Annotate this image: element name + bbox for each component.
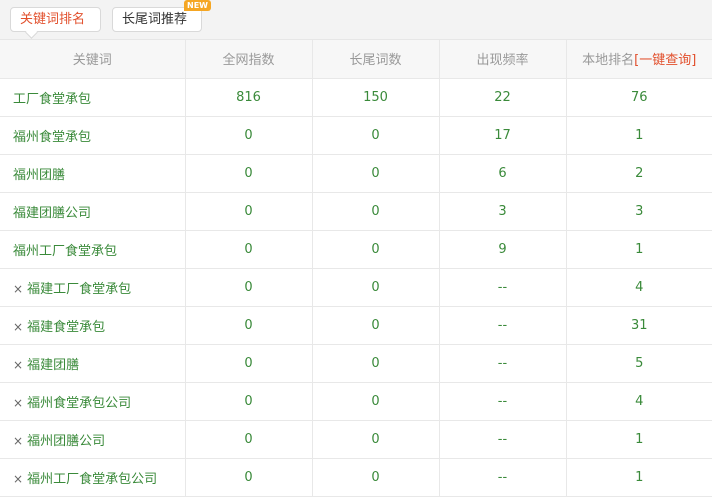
tab-longtail-recommend[interactable]: 长尾词推荐 NEW — [112, 0, 211, 32]
rank-cell: 3 — [566, 192, 712, 231]
keyword-text: 福州团膳公司 — [27, 433, 106, 449]
tab-keyword-ranking[interactable]: 关键词排名 — [10, 7, 101, 32]
longtail-cell: 0 — [312, 344, 440, 383]
new-badge: NEW — [184, 0, 211, 11]
remove-keyword-icon[interactable]: × — [13, 396, 23, 410]
table-row: × 福州团膳公司 0 0 -- 1 — [0, 420, 712, 459]
keyword-text: 福建食堂承包 — [27, 319, 106, 335]
index-cell: 0 — [185, 268, 313, 307]
keyword-table: 关键词 全网指数 长尾词数 出现频率 本地排名[一键查询] 工厂食堂承包 816 1… — [0, 40, 712, 497]
index-cell: 0 — [185, 458, 313, 497]
keyword-cell: × 福州工厂食堂承包公司 — [0, 458, 186, 497]
header-rank: 本地排名[一键查询] — [566, 40, 712, 79]
keyword-text: 福建团膳公司 — [13, 205, 92, 221]
keyword-text: 福州食堂承包公司 — [27, 395, 132, 411]
rank-cell: 31 — [566, 306, 712, 345]
header-longtail: 长尾词数 — [312, 40, 440, 79]
rank-cell: 4 — [566, 268, 712, 307]
rank-cell: 76 — [566, 78, 712, 117]
tab-bar: 关键词排名 长尾词推荐 NEW — [0, 0, 712, 40]
header-keyword: 关键词 — [0, 40, 186, 79]
frequency-cell: -- — [439, 382, 567, 421]
keyword-text: 工厂食堂承包 — [13, 91, 92, 107]
frequency-cell: -- — [439, 344, 567, 383]
frequency-cell: 22 — [439, 78, 567, 117]
frequency-cell: -- — [439, 268, 567, 307]
frequency-cell: 9 — [439, 230, 567, 269]
frequency-cell: 6 — [439, 154, 567, 193]
header-frequency: 出现频率 — [439, 40, 567, 79]
index-cell: 0 — [185, 344, 313, 383]
longtail-cell: 150 — [312, 78, 440, 117]
tab-label: 长尾词推荐 — [122, 12, 188, 27]
index-cell: 0 — [185, 154, 313, 193]
frequency-cell: -- — [439, 458, 567, 497]
keyword-cell: × 福建工厂食堂承包 — [0, 268, 186, 307]
remove-keyword-icon[interactable]: × — [13, 472, 23, 486]
remove-keyword-icon[interactable]: × — [13, 434, 23, 448]
table-row: × 福建工厂食堂承包 0 0 -- 4 — [0, 268, 712, 307]
remove-keyword-icon[interactable]: × — [13, 358, 23, 372]
tab-label: 关键词排名 — [20, 12, 86, 27]
longtail-cell: 0 — [312, 306, 440, 345]
longtail-cell: 0 — [312, 230, 440, 269]
frequency-cell: 17 — [439, 116, 567, 155]
header-rank-label: 本地排名 — [582, 53, 635, 69]
table-row: × 福建团膳 0 0 -- 5 — [0, 344, 712, 383]
frequency-cell: 3 — [439, 192, 567, 231]
keyword-cell: 福建团膳公司 — [0, 192, 186, 231]
table-row: 工厂食堂承包 816 150 22 76 — [0, 78, 712, 117]
longtail-cell: 0 — [312, 192, 440, 231]
remove-keyword-icon[interactable]: × — [13, 282, 23, 296]
keyword-text: 福建团膳 — [27, 357, 80, 373]
keyword-text: 福州工厂食堂承包 — [13, 243, 118, 259]
index-cell: 0 — [185, 192, 313, 231]
index-cell: 0 — [185, 420, 313, 459]
one-click-query-link[interactable]: [一键查询] — [634, 53, 696, 68]
longtail-cell: 0 — [312, 420, 440, 459]
frequency-cell: -- — [439, 306, 567, 345]
longtail-cell: 0 — [312, 268, 440, 307]
rank-cell: 1 — [566, 458, 712, 497]
table-row: 福州团膳 0 0 6 2 — [0, 154, 712, 193]
keyword-cell: × 福建食堂承包 — [0, 306, 186, 345]
longtail-cell: 0 — [312, 116, 440, 155]
keyword-cell: 福州食堂承包 — [0, 116, 186, 155]
keyword-cell: 福州工厂食堂承包 — [0, 230, 186, 269]
keyword-text: 福州团膳 — [13, 167, 66, 183]
table-header-row: 关键词 全网指数 长尾词数 出现频率 本地排名[一键查询] — [0, 40, 712, 79]
index-cell: 0 — [185, 382, 313, 421]
keyword-text: 福州工厂食堂承包公司 — [27, 471, 158, 487]
remove-keyword-icon[interactable]: × — [13, 320, 23, 334]
keyword-cell: × 福州团膳公司 — [0, 420, 186, 459]
index-cell: 0 — [185, 116, 313, 155]
rank-cell: 5 — [566, 344, 712, 383]
table-row: 福建团膳公司 0 0 3 3 — [0, 192, 712, 231]
header-index: 全网指数 — [185, 40, 313, 79]
rank-cell: 1 — [566, 116, 712, 155]
keyword-cell: × 福建团膳 — [0, 344, 186, 383]
keyword-text: 福州食堂承包 — [13, 129, 92, 145]
longtail-cell: 0 — [312, 458, 440, 497]
index-cell: 0 — [185, 230, 313, 269]
keyword-cell: 工厂食堂承包 — [0, 78, 186, 117]
rank-cell: 1 — [566, 230, 712, 269]
table-row: × 福州食堂承包公司 0 0 -- 4 — [0, 382, 712, 421]
table-row: 福州工厂食堂承包 0 0 9 1 — [0, 230, 712, 269]
longtail-cell: 0 — [312, 154, 440, 193]
table-row: × 福州工厂食堂承包公司 0 0 -- 1 — [0, 458, 712, 497]
frequency-cell: -- — [439, 420, 567, 459]
table-row: 福州食堂承包 0 0 17 1 — [0, 116, 712, 155]
table-row: × 福建食堂承包 0 0 -- 31 — [0, 306, 712, 345]
index-cell: 0 — [185, 306, 313, 345]
longtail-cell: 0 — [312, 382, 440, 421]
index-cell: 816 — [185, 78, 313, 117]
keyword-text: 福建工厂食堂承包 — [27, 281, 132, 297]
rank-cell: 2 — [566, 154, 712, 193]
rank-cell: 1 — [566, 420, 712, 459]
keyword-cell: 福州团膳 — [0, 154, 186, 193]
keyword-cell: × 福州食堂承包公司 — [0, 382, 186, 421]
rank-cell: 4 — [566, 382, 712, 421]
